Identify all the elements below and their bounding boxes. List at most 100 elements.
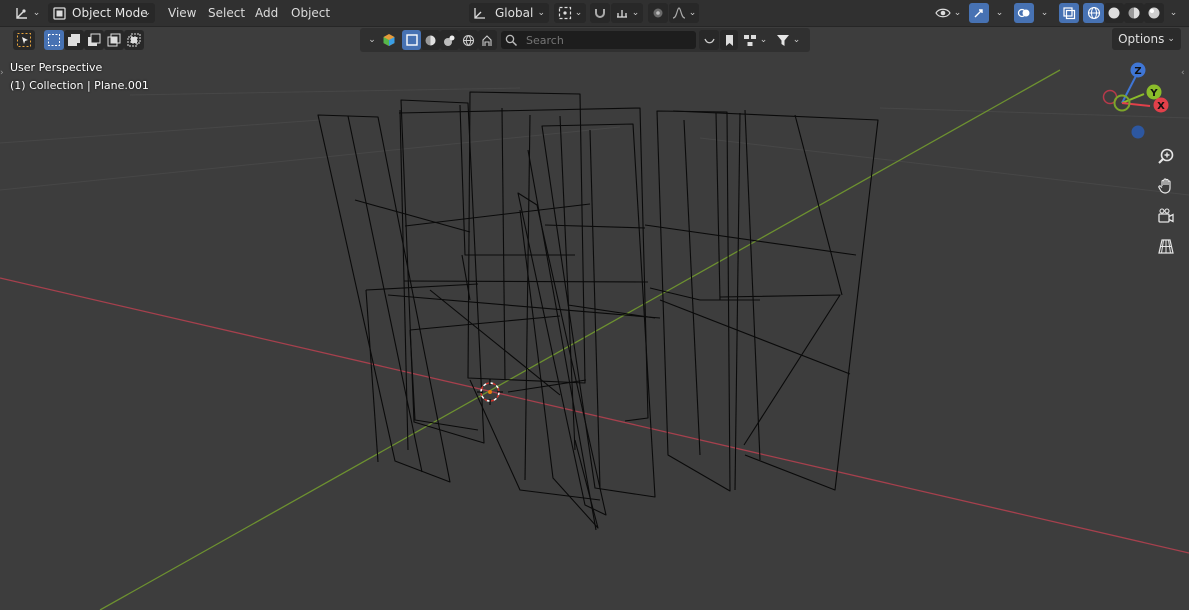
snap-target-button[interactable]: ⌄: [611, 3, 643, 23]
collection-object-label: (1) Collection | Plane.001: [10, 79, 149, 92]
mode-selector[interactable]: Object Mode ⌄: [48, 3, 155, 23]
overlays-icon: [1017, 8, 1030, 18]
filter-button[interactable]: ⌄: [772, 30, 804, 50]
sidebar-expand-arrow[interactable]: ‹: [1181, 68, 1187, 80]
filter-material-button[interactable]: [440, 30, 459, 50]
xray-toggle[interactable]: [1059, 3, 1079, 23]
collapse-toggle[interactable]: ⌄: [365, 30, 379, 50]
filter-world-button[interactable]: [459, 30, 478, 50]
search-input[interactable]: [524, 32, 688, 48]
shading-wireframe-button[interactable]: [1083, 3, 1104, 23]
chevron-down-icon: ⌄: [368, 35, 376, 45]
chevron-down-icon: ⌄: [995, 8, 1004, 18]
navigation-gizmo[interactable]: Z Y X: [1102, 59, 1172, 139]
world-icon: [462, 34, 475, 46]
select-intersect-icon: [127, 33, 141, 47]
y-axis-label: Y: [1149, 88, 1158, 99]
filter-scene-button[interactable]: [478, 30, 497, 50]
material-icon: [444, 35, 455, 46]
3d-viewport[interactable]: User Perspective (1) Collection | Plane.…: [0, 52, 1189, 610]
pivot-point-icon: [558, 6, 571, 20]
toolbar-expand-arrow[interactable]: ›: [0, 68, 6, 80]
chevron-down-icon: ⌄: [143, 8, 151, 18]
select-mode-new[interactable]: [44, 30, 64, 50]
hierarchy-button[interactable]: ⌄: [740, 30, 770, 50]
shading-material-button[interactable]: [1124, 3, 1144, 23]
y-axis-line: [99, 69, 1061, 610]
chevron-down-icon: ⌄: [759, 35, 768, 45]
orientation-global-icon: [474, 8, 485, 19]
pan-button[interactable]: [1153, 173, 1179, 199]
scene-icon: [482, 34, 492, 46]
chevron-down-icon: ⌄: [792, 35, 801, 45]
wireframe-sphere-icon: [1087, 6, 1100, 20]
select-mode-difference[interactable]: [104, 30, 124, 50]
select-mode-subtract[interactable]: [84, 30, 104, 50]
floor-grid: [0, 87, 1189, 196]
camera-view-button[interactable]: [1153, 203, 1179, 229]
select-extend-icon: [68, 34, 80, 46]
search-field[interactable]: [501, 31, 696, 49]
select-mode-intersect[interactable]: [124, 30, 144, 50]
menu-select[interactable]: Select: [208, 4, 245, 22]
orientation-label: Global: [495, 6, 534, 20]
overlays-menu[interactable]: ⌄: [1035, 3, 1051, 23]
proportional-edit-icon: [653, 8, 663, 18]
half-sphere-icon: [425, 35, 436, 45]
shading-menu[interactable]: ⌄: [1164, 3, 1180, 23]
snap-increment-icon: [616, 10, 627, 18]
curve-down-icon: [703, 38, 715, 43]
editor-type-button[interactable]: ⌄: [12, 4, 42, 22]
gizmo-toggle[interactable]: [969, 3, 989, 23]
z-axis-label: Z: [1134, 66, 1141, 77]
proportional-edit-toggle[interactable]: [648, 3, 668, 23]
eye-icon: [935, 8, 951, 18]
chevron-down-icon: ⌄: [631, 8, 640, 18]
snap-toggle[interactable]: [590, 3, 610, 23]
zoom-button[interactable]: [1153, 143, 1179, 169]
neg-z-handle[interactable]: [1131, 125, 1145, 139]
active-tool-button[interactable]: [13, 30, 35, 50]
filter-wire-button[interactable]: [402, 30, 421, 50]
bookmark-button[interactable]: [720, 30, 738, 50]
camera-icon: [1158, 208, 1174, 223]
overlays-toggle[interactable]: [1014, 3, 1034, 23]
shading-rendered-button[interactable]: [1144, 3, 1164, 23]
select-mode-extend[interactable]: [64, 30, 84, 50]
material-sphere-icon: [1128, 7, 1140, 19]
select-difference-icon: [107, 33, 121, 47]
viewport-canvas[interactable]: [0, 52, 1189, 610]
filter-bar: ⌄ Search ⌄ ⌄: [360, 28, 810, 52]
select-new-icon: [48, 34, 60, 46]
object-data-filter[interactable]: [380, 30, 398, 50]
transform-orientation-selector[interactable]: Global ⌄: [469, 3, 549, 23]
chevron-down-icon: ⌄: [574, 8, 583, 18]
tool-header: ⌄ Search ⌄ ⌄ Options ⌄: [0, 27, 1189, 52]
visibility-button[interactable]: ⌄: [931, 3, 965, 23]
search-icon: [505, 34, 518, 46]
menu-view[interactable]: View: [168, 4, 196, 22]
menu-add[interactable]: Add: [255, 4, 278, 22]
object-mode-icon: [53, 6, 66, 20]
viewport-header: ⌄ Object Mode ⌄ View Select Add Object G…: [0, 0, 1189, 27]
shading-solid-button[interactable]: [1104, 3, 1124, 23]
options-dropdown[interactable]: Options ⌄: [1112, 28, 1181, 50]
select-subtract-icon: [88, 33, 101, 46]
select-box-tool-icon: [17, 33, 31, 47]
chevron-down-icon: ⌄: [1167, 34, 1175, 44]
menu-object[interactable]: Object: [291, 4, 330, 22]
wireframe-objects: [317, 91, 879, 531]
filter-solid-button[interactable]: [421, 30, 440, 50]
gizmo-menu[interactable]: ⌄: [990, 3, 1006, 23]
hand-icon: [1158, 178, 1171, 194]
falloff-button[interactable]: ⌄: [669, 3, 699, 23]
match-case-button[interactable]: [699, 30, 719, 50]
gizmo-icon: [974, 9, 983, 18]
zoom-icon: [1158, 148, 1174, 164]
xray-icon: [1063, 7, 1076, 20]
chevron-down-icon: ⌄: [1040, 8, 1049, 18]
rendered-sphere-icon: [1148, 7, 1160, 19]
solid-sphere-icon: [1108, 7, 1120, 19]
perspective-toggle-button[interactable]: [1153, 233, 1179, 259]
pivot-point-button[interactable]: ⌄: [554, 3, 586, 23]
